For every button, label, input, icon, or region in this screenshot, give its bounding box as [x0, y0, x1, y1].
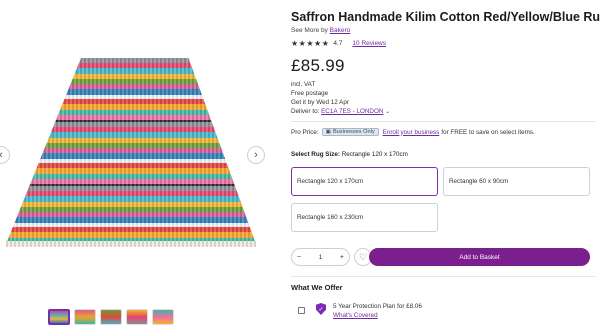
rating-row: ★★★★★ 4.7 10 Reviews — [291, 39, 386, 48]
size-option[interactable]: Rectangle 60 x 90cm — [443, 167, 590, 196]
brand-link[interactable]: Bakero — [330, 27, 351, 34]
business-badge-label: Businesses Only — [332, 129, 375, 135]
size-option-selected[interactable]: Rectangle 120 x 170cm — [291, 167, 438, 196]
thumbnail[interactable] — [100, 309, 122, 325]
increase-button[interactable]: + — [340, 254, 344, 261]
size-selected: Rectangle 120 x 170cm — [341, 151, 408, 158]
divider — [291, 276, 596, 277]
product-gallery: ‹ › — [0, 0, 275, 325]
chevron-down-icon[interactable]: ⌄ — [385, 109, 390, 115]
quantity-value[interactable]: 1 — [319, 254, 323, 261]
thumbnail[interactable] — [48, 309, 70, 325]
deliver-location-link[interactable]: EC1A 7ES - LONDON — [321, 108, 383, 115]
business-badge: ▣ Businesses Only — [321, 128, 379, 136]
decrease-button[interactable]: − — [297, 254, 301, 261]
deliver-to: Deliver to: EC1A 7ES - LONDON ⌄ — [291, 108, 390, 115]
pro-price-note: for FREE to save on select items. — [441, 128, 535, 136]
thumbnail[interactable] — [74, 309, 96, 325]
thumbnail[interactable] — [126, 309, 148, 325]
offer-header: What We Offer — [291, 283, 343, 292]
divider — [291, 121, 596, 122]
enroll-business-link[interactable]: Enroll your business — [383, 129, 440, 136]
reviews-link[interactable]: 10 Reviews — [352, 40, 386, 47]
vat-note: incl. VAT — [291, 81, 316, 88]
thumbnail[interactable] — [152, 309, 174, 325]
size-option[interactable]: Rectangle 160 x 230cm — [291, 203, 438, 232]
product-title: Saffron Handmade Kilim Cotton Red/Yellow… — [291, 10, 600, 24]
chevron-right-icon[interactable]: › — [247, 146, 265, 164]
size-header: Select Rug Size: Rectangle 120 x 170cm — [291, 151, 408, 158]
product-image[interactable] — [6, 58, 256, 248]
quantity-stepper: − 1 + — [291, 248, 350, 266]
pro-price-row: Pro Price: ▣ Businesses Only Enroll your… — [291, 128, 535, 136]
rating-value: 4.7 — [333, 40, 343, 47]
see-more-label: See More by — [291, 27, 328, 34]
thumbnail-strip — [48, 309, 174, 325]
size-label: Select Rug Size: — [291, 151, 340, 158]
star-rating-icon: ★★★★★ — [291, 39, 330, 48]
protection-plan-checkbox[interactable] — [298, 307, 305, 314]
shield-icon: ✓ — [316, 303, 326, 315]
add-to-basket-button[interactable]: Add to Basket — [369, 248, 590, 266]
postage-note: Free postage — [291, 90, 329, 97]
rug-graphic — [6, 58, 256, 244]
rug-fringe — [6, 241, 256, 247]
whats-covered-link[interactable]: What's Covered — [333, 312, 378, 319]
see-more: See More by Bakero — [291, 27, 350, 34]
protection-plan-label: 5 Year Protection Plan for £8.06 — [333, 303, 422, 310]
pro-price-label: Pro Price: — [291, 128, 319, 136]
deliver-to-label: Deliver to: — [291, 108, 320, 115]
product-price: £85.99 — [291, 56, 345, 75]
delivery-date: Get it by Wed 12 Apr — [291, 99, 349, 106]
business-icon: ▣ — [325, 129, 331, 135]
